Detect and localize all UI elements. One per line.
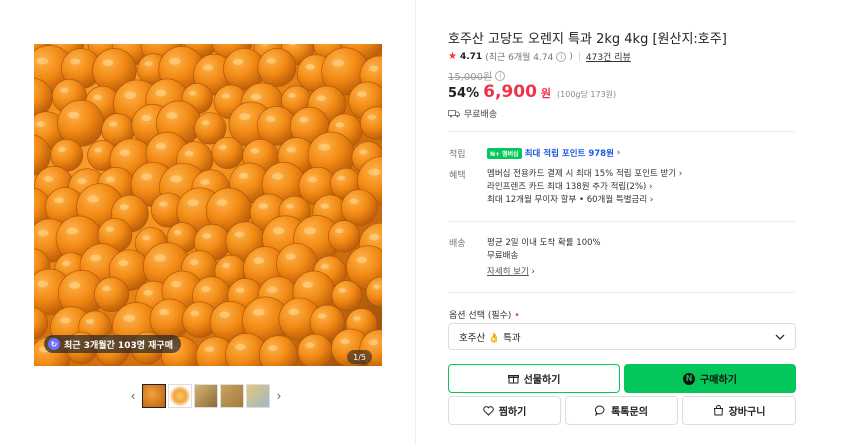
option-select[interactable]: 호주산 👌 특과 xyxy=(448,323,796,350)
oranges-illustration xyxy=(34,44,382,366)
benefit-item[interactable]: 멤버십 전용카드 결제 시 최대 15% 적립 포인트 받기 › xyxy=(487,167,682,180)
delivery-line-1: 평균 2일 이내 도착 확률 100% xyxy=(487,238,601,248)
thumbnail-2[interactable] xyxy=(168,384,192,408)
rating-detail: (최근 6개월 4.74 xyxy=(485,53,554,63)
star-icon: ★ xyxy=(448,51,457,62)
discount-rate: 54% xyxy=(448,86,480,101)
divider xyxy=(448,292,796,293)
chevron-right-icon[interactable]: › xyxy=(272,389,286,403)
option-label: 옵션 선택 (필수) • xyxy=(449,311,520,321)
heart-icon xyxy=(482,405,494,416)
rating-score: 4.71 xyxy=(459,51,483,62)
wish-button[interactable]: 찜하기 xyxy=(448,396,561,425)
npay-membership-badge: N+ 멤버십 xyxy=(487,147,522,159)
divider xyxy=(448,131,796,132)
points-label: 적립 xyxy=(449,150,466,160)
talktalk-button[interactable]: 톡톡문의 xyxy=(565,396,678,425)
chevron-left-icon[interactable]: ‹ xyxy=(126,389,140,403)
truck-icon xyxy=(448,109,460,117)
shopping-bag-icon xyxy=(713,405,723,416)
divider xyxy=(448,221,796,222)
rating-row: ★ 4.71 (최근 6개월 4.74 i ) | 473건 리뷰 xyxy=(448,50,631,63)
price-currency: 원 xyxy=(540,87,552,100)
points-text: 최대 적립 포인트 978원 xyxy=(524,149,614,159)
product-main-image[interactable]: ↻ 최근 3개월간 103명 재구매 1/5 xyxy=(34,44,382,366)
benefit-item[interactable]: 라인프렌즈 카드 최대 138원 추가 적립(2%) › xyxy=(487,180,682,193)
option-selected-value: 호주산 👌 특과 xyxy=(459,332,521,344)
delivery-info: 평균 2일 이내 도착 확률 100% 무료배송 자세히 보기 › xyxy=(487,236,601,278)
benefit-list: 멤버십 전용카드 결제 시 최대 15% 적립 포인트 받기 › 라인프렌즈 카… xyxy=(487,167,682,206)
buy-button[interactable]: N 구매하기 xyxy=(624,364,796,393)
points-line[interactable]: N+ 멤버십 최대 적립 포인트 978원 › xyxy=(487,147,620,159)
benefit-label: 혜택 xyxy=(449,171,466,181)
original-price-row: 15,000원 i xyxy=(448,68,506,83)
thumbnail-3[interactable] xyxy=(194,384,218,408)
chat-icon xyxy=(595,405,605,416)
price-row: 54% 6,900 원 (100g당 173원) xyxy=(448,82,616,102)
delivery-line-2: 무료배송 xyxy=(487,251,519,261)
shipping-row: 무료배송 xyxy=(448,107,497,120)
product-title: 호주산 고당도 오렌지 특과 2kg 4kg [원산지:호주] xyxy=(448,32,727,47)
chevron-right-icon: › xyxy=(616,148,621,158)
gift-button[interactable]: 선물하기 xyxy=(448,364,620,393)
panel-divider xyxy=(415,0,416,445)
thumbnail-1[interactable] xyxy=(142,384,166,408)
reviews-link[interactable]: 473건 리뷰 xyxy=(586,50,631,63)
original-price: 15,000원 xyxy=(448,72,493,83)
sale-price: 6,900 xyxy=(483,82,537,102)
npay-icon: N xyxy=(683,372,696,385)
info-icon[interactable]: i xyxy=(556,51,567,62)
repeat-icon: ↻ xyxy=(48,338,60,350)
benefit-item[interactable]: 최대 12개월 무이자 할부 • 60개월 특별금리 › xyxy=(487,193,682,206)
chevron-down-icon xyxy=(775,334,785,340)
rebuy-badge: ↻ 최근 3개월간 103명 재구매 xyxy=(44,335,181,353)
delivery-more-link[interactable]: 자세히 보기 › xyxy=(487,265,601,278)
thumbnail-5[interactable] xyxy=(246,384,270,408)
cart-button[interactable]: 장바구니 xyxy=(682,396,796,425)
price-info-icon[interactable]: i xyxy=(495,70,506,81)
separator: | xyxy=(577,51,581,62)
thumbnail-4[interactable] xyxy=(220,384,244,408)
gift-icon xyxy=(507,375,519,384)
image-counter: 1/5 xyxy=(347,350,372,364)
unit-price: (100g당 173원) xyxy=(557,90,617,99)
shipping-text: 무료배송 xyxy=(464,110,498,120)
rebuy-text: 최근 3개월간 103명 재구매 xyxy=(64,340,173,351)
delivery-label: 배송 xyxy=(449,239,466,249)
thumbnail-strip: ‹ › xyxy=(126,384,286,408)
rating-close-paren: ) xyxy=(569,51,573,62)
